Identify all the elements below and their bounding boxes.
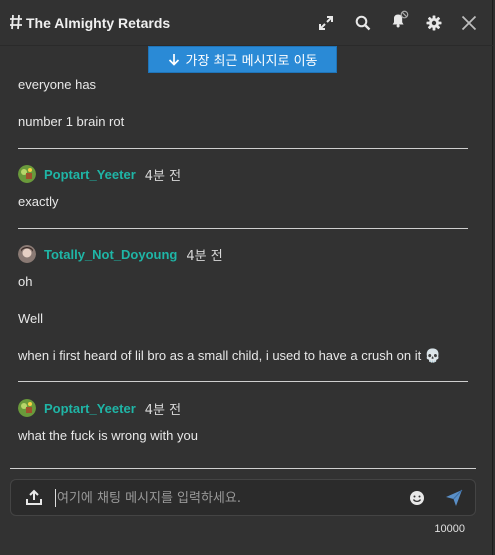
channel-title: The Almighty Retards (26, 15, 171, 31)
avatar[interactable] (18, 165, 36, 183)
upload-icon[interactable] (25, 489, 43, 507)
message-text: exactly (18, 194, 59, 209)
avatar[interactable] (18, 245, 36, 263)
jump-to-latest-label: 가장 최근 메시지로 이동 (185, 54, 318, 69)
message-header: Poptart_Yeeter 4분 전 (18, 399, 182, 418)
arrow-down-icon (168, 54, 179, 66)
emoji-icon[interactable] (408, 489, 426, 507)
message-list[interactable]: everyone has number 1 brain rot Poptart_… (0, 46, 493, 470)
message-time: 4분 전 (186, 248, 223, 264)
message-divider (18, 381, 468, 382)
search-icon[interactable] (353, 13, 373, 33)
message-header: Poptart_Yeeter 4분 전 (18, 165, 182, 184)
message-text: number 1 brain rot (18, 114, 125, 129)
text-caret (55, 489, 56, 507)
message-text: oh (18, 274, 33, 289)
message-text: when i first heard of lil bro as a small… (18, 348, 441, 363)
username[interactable]: Totally_Not_Doyoung (44, 247, 177, 262)
close-icon[interactable] (459, 13, 479, 33)
char-limit-counter: 10000 (434, 523, 465, 535)
chat-header: The Almighty Retards (0, 0, 493, 46)
send-icon[interactable] (445, 489, 463, 507)
username[interactable]: Poptart_Yeeter (44, 167, 136, 182)
message-text: what the fuck is wrong with you (18, 428, 198, 443)
message-divider (18, 228, 468, 229)
message-header: Totally_Not_Doyoung 4분 전 (18, 245, 223, 264)
message-time: 4분 전 (144, 402, 182, 418)
gear-icon[interactable] (424, 13, 444, 33)
chat-message-input[interactable] (57, 486, 397, 510)
message-text: Well (18, 311, 44, 326)
chat-window: The Almighty Retards 가장 최근 메시지로 이동 every… (0, 0, 493, 555)
message-divider (18, 148, 468, 149)
bell-muted-icon[interactable] (389, 10, 409, 30)
message-text: everyone has (18, 77, 97, 92)
hash-icon (10, 14, 22, 30)
expand-icon[interactable] (316, 13, 336, 33)
username[interactable]: Poptart_Yeeter (44, 401, 136, 416)
jump-to-latest-button[interactable]: 가장 최근 메시지로 이동 (148, 46, 337, 73)
chat-composer (10, 479, 476, 516)
avatar[interactable] (18, 399, 36, 417)
composer-divider (10, 468, 476, 469)
message-time: 4분 전 (144, 168, 182, 184)
